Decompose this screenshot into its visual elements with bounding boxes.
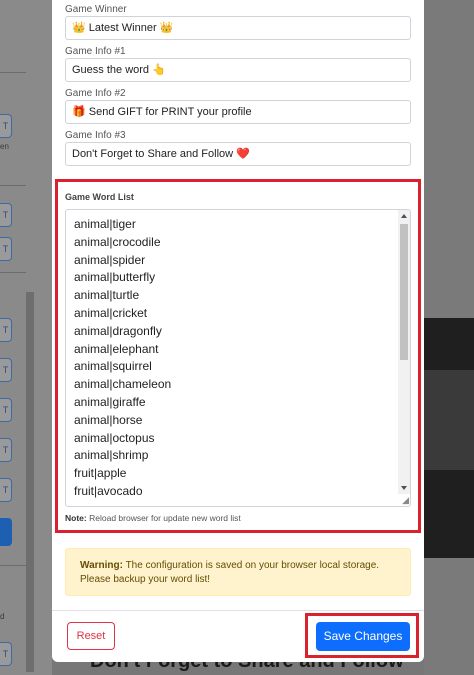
word-list-scrollbar[interactable] xyxy=(398,210,410,494)
background-side-button: T xyxy=(0,318,12,342)
game-info-2-label: Game Info #2 xyxy=(65,88,126,99)
background-divider xyxy=(0,565,26,566)
note-text: Reload browser for update new word list xyxy=(89,513,241,523)
reset-button[interactable]: Reset xyxy=(67,622,115,650)
word-list-line: animal|butterfly xyxy=(74,270,156,285)
background-scrollbar xyxy=(26,292,34,672)
word-list-line: animal|tiger xyxy=(74,217,136,231)
word-list-line: fruit|avocado xyxy=(74,483,143,498)
scroll-down-icon[interactable] xyxy=(401,486,407,490)
background-side-button: T xyxy=(0,478,12,502)
game-info-1-input[interactable]: Guess the word 👆 xyxy=(65,58,411,82)
warning-text: The configuration is saved on your brows… xyxy=(80,560,380,585)
background-side-button: T xyxy=(0,642,12,666)
background-side-button: T xyxy=(0,203,12,227)
warning-alert: Warning: The configuration is saved on y… xyxy=(65,548,411,596)
background-side-button: T xyxy=(0,114,12,138)
word-list-line: animal|squirrel xyxy=(74,359,152,374)
game-winner-input[interactable]: 👑 Latest Winner 👑 xyxy=(65,16,411,40)
word-list-textarea[interactable]: animal|tiger animal|crocodile animal|spi… xyxy=(65,209,411,507)
word-list-line: animal|crocodile xyxy=(74,234,161,249)
save-changes-button[interactable]: Save Changes xyxy=(316,622,410,651)
word-list-title: Game Word List xyxy=(65,192,134,202)
word-list-line: animal|octopus xyxy=(74,430,155,445)
scroll-up-icon[interactable] xyxy=(401,214,407,218)
background-side-button: T xyxy=(0,358,12,382)
game-info-1-label: Game Info #1 xyxy=(65,46,126,57)
word-list-line: animal|chameleon xyxy=(74,377,172,392)
word-list-note: Note: Reload browser for update new word… xyxy=(65,513,241,523)
modal-footer-divider xyxy=(52,610,424,611)
scroll-thumb[interactable] xyxy=(400,224,408,360)
background-divider xyxy=(0,272,26,273)
background-divider xyxy=(0,185,26,186)
background-text: d xyxy=(0,612,5,621)
game-info-3-label: Game Info #3 xyxy=(65,130,126,141)
word-list-line: fruit|apple xyxy=(74,466,127,481)
word-list-line: animal|spider xyxy=(74,252,146,267)
word-list-line: animal|elephant xyxy=(74,341,159,356)
background-dark-bar xyxy=(424,370,474,470)
note-label: Note: xyxy=(65,513,87,523)
resize-grip-icon[interactable]: ◢ xyxy=(402,496,409,505)
game-info-2-input[interactable]: 🎁 Send GIFT for PRINT your profile xyxy=(65,100,411,124)
background-primary-button xyxy=(0,518,12,546)
word-list-lines: animal|tiger animal|crocodile animal|spi… xyxy=(74,216,171,501)
word-list-line: animal|dragonfly xyxy=(74,323,162,338)
background-side-button: T xyxy=(0,237,12,261)
word-list-line: animal|cricket xyxy=(74,305,148,320)
background-side-button: T xyxy=(0,438,12,462)
word-list-line: animal|horse xyxy=(74,412,143,427)
word-list-line: animal|shrimp xyxy=(74,448,149,463)
warning-label: Warning: xyxy=(80,560,123,571)
background-divider xyxy=(0,72,26,73)
game-info-3-input[interactable]: Don't Forget to Share and Follow ❤️ xyxy=(65,142,411,166)
word-list-line: animal|turtle xyxy=(74,288,140,303)
game-winner-label: Game Winner xyxy=(65,4,127,15)
background-text: en xyxy=(0,142,9,151)
word-list-line: animal|giraffe xyxy=(74,394,146,409)
background-side-button: T xyxy=(0,398,12,422)
